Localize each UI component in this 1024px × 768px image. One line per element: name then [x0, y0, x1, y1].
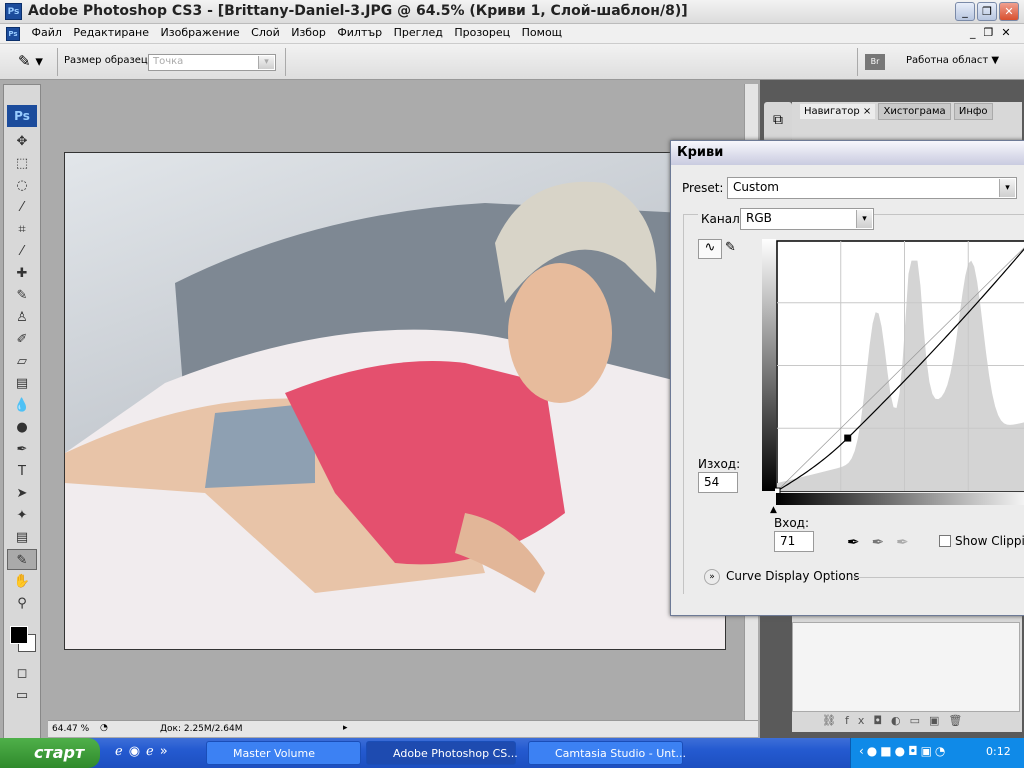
- history-icon[interactable]: ⧉: [764, 102, 792, 142]
- curves-dialog: Криви Preset: Custom ▾ Канал: RGB ▾ ∿ ✎ ▲ …: [670, 140, 1024, 616]
- sample-size-select[interactable]: Точка ▾: [148, 54, 276, 71]
- menu-edit[interactable]: Редактиране: [69, 24, 153, 41]
- tab-navigator[interactable]: Навигатор ×: [800, 104, 876, 119]
- eraser-icon[interactable]: ▱: [7, 351, 37, 372]
- status-arrow-icon[interactable]: ▸: [343, 723, 348, 733]
- output-field[interactable]: 54: [698, 472, 738, 493]
- doc-size: Док: 2.25M/2.64M: [160, 724, 243, 734]
- quick-launch[interactable]: ℯ◉ℯ»: [115, 744, 174, 759]
- brush-icon[interactable]: ✎: [7, 285, 37, 306]
- status-bar: 64.47 % ◔ Док: 2.25M/2.64M ▸: [48, 720, 758, 737]
- curve-point[interactable]: [844, 434, 852, 442]
- tray-icons[interactable]: ‹●■●◘▣◔: [859, 744, 948, 758]
- sample-size-label: Размер образец:: [64, 55, 152, 66]
- menu-bar: Ps Файл Редактиране Изображение Слой Изб…: [0, 24, 1024, 44]
- screen-mode-icon[interactable]: ▭: [7, 685, 37, 706]
- taskbar-camtasia[interactable]: Camtasia Studio - Unt...: [528, 741, 686, 765]
- marquee-icon[interactable]: ⬚: [7, 153, 37, 174]
- curve-point-tool-icon[interactable]: ∿: [698, 239, 722, 259]
- curve-graph[interactable]: [775, 239, 1024, 493]
- lasso-icon[interactable]: ◌: [7, 175, 37, 196]
- face: [508, 263, 612, 403]
- status-menu-icon[interactable]: ◔: [100, 723, 108, 733]
- clone-stamp-icon[interactable]: ♙: [7, 307, 37, 328]
- hand-icon[interactable]: ✋: [7, 571, 37, 592]
- white-eyedropper-icon[interactable]: ✒: [896, 533, 921, 551]
- title-bar: Ps Adobe Photoshop CS3 - [Brittany-Danie…: [0, 0, 1024, 24]
- menu-select[interactable]: Избор: [287, 24, 330, 41]
- document-canvas[interactable]: [64, 152, 726, 650]
- notes-icon[interactable]: ▤: [7, 527, 37, 548]
- pen-icon[interactable]: ✒: [7, 439, 37, 460]
- eyedropper-icon[interactable]: ✎: [7, 549, 37, 570]
- pencil-tool-icon[interactable]: ✎: [725, 240, 736, 255]
- menu-layer[interactable]: Слой: [247, 24, 284, 41]
- input-label: Вход:: [774, 516, 810, 530]
- taskbar-master-volume[interactable]: Master Volume: [206, 741, 361, 765]
- doc-window-controls[interactable]: _❐✕: [970, 26, 1019, 39]
- expand-options-icon[interactable]: »: [704, 569, 720, 585]
- photo: [65, 181, 725, 649]
- zoom-level[interactable]: 64.47 %: [52, 724, 89, 734]
- channel-select[interactable]: RGB ▾: [740, 208, 874, 230]
- blur-icon[interactable]: 💧: [7, 395, 37, 416]
- app-icon: Ps: [5, 3, 22, 20]
- gradient-icon[interactable]: ▤: [7, 373, 37, 394]
- curve-display-options[interactable]: Curve Display Options: [726, 569, 860, 583]
- black-point-slider[interactable]: ▲: [770, 505, 777, 515]
- output-gradient: [762, 239, 776, 491]
- crop-icon[interactable]: ⌗: [7, 219, 37, 240]
- history-brush-icon[interactable]: ✐: [7, 329, 37, 350]
- window-title: Adobe Photoshop CS3 - [Brittany-Daniel-3…: [28, 3, 688, 19]
- menu-image[interactable]: Изображение: [157, 24, 244, 41]
- start-button[interactable]: старт: [0, 738, 100, 768]
- magic-wand-icon[interactable]: ⁄: [7, 197, 37, 218]
- tab-histogram[interactable]: Хистограма: [878, 103, 951, 120]
- doc-icon[interactable]: Ps: [0, 24, 24, 43]
- preset-label: Preset:: [682, 181, 724, 195]
- toolbox: Ps ✥ ⬚ ◌ ⁄ ⌗ ⁄ ✚ ✎ ♙ ✐ ▱ ▤ 💧 ● ✒ T ➤ ✦ ▤ ✎ ✋ ⚲ ◻ ▭: [3, 84, 41, 740]
- taskbar: старт ℯ◉ℯ» Master Volume Adobe Photoshop…: [0, 738, 1024, 768]
- type-icon[interactable]: T: [7, 461, 37, 482]
- zoom-icon[interactable]: ⚲: [7, 593, 37, 614]
- healing-brush-icon[interactable]: ✚: [7, 263, 37, 284]
- path-select-icon[interactable]: ➤: [7, 483, 37, 504]
- workspace-menu[interactable]: Работна област ▼: [906, 55, 999, 66]
- show-clipping-label: Show Clipping: [955, 534, 1024, 548]
- black-eyedropper-icon[interactable]: ✒: [847, 533, 872, 551]
- show-clipping-checkbox[interactable]: [939, 535, 951, 547]
- ps-logo: Ps: [7, 105, 37, 127]
- preset-select[interactable]: Custom ▾: [727, 177, 1017, 199]
- input-field[interactable]: 71: [774, 531, 814, 552]
- close-button[interactable]: ✕: [999, 2, 1019, 21]
- input-gradient: [776, 493, 1024, 505]
- foreground-color[interactable]: [10, 626, 28, 644]
- move-icon[interactable]: ✥: [7, 131, 37, 152]
- clock: 0:12: [986, 745, 1011, 758]
- eyedropper-preset-icon[interactable]: ✎ ▾: [18, 52, 43, 70]
- minimize-button[interactable]: _: [955, 2, 975, 21]
- options-bar: ✎ ▾ Размер образец: Точка ▾ Br Работна об…: [0, 44, 1024, 80]
- color-swatches[interactable]: [4, 622, 40, 662]
- layer-actions[interactable]: ⛓fx◘◐▭▣🗑: [822, 714, 971, 727]
- bridge-icon[interactable]: Br: [865, 54, 885, 70]
- menu-window[interactable]: Прозорец: [450, 24, 514, 41]
- menu-view[interactable]: Преглед: [390, 24, 447, 41]
- shape-icon[interactable]: ✦: [7, 505, 37, 526]
- gray-eyedropper-icon[interactable]: ✒: [872, 533, 897, 551]
- slice-icon[interactable]: ⁄: [7, 241, 37, 262]
- menu-help[interactable]: Помощ: [518, 24, 566, 41]
- quick-mask-icon[interactable]: ◻: [7, 663, 37, 684]
- output-label: Изход:: [698, 457, 741, 471]
- menu-file[interactable]: Файл: [28, 24, 66, 41]
- system-tray: ‹●■●◘▣◔ 0:12: [850, 738, 1024, 768]
- restore-button[interactable]: ❐: [977, 2, 997, 21]
- dialog-title[interactable]: Криви: [671, 141, 1024, 165]
- tab-info[interactable]: Инфо: [953, 103, 993, 120]
- dodge-icon[interactable]: ●: [7, 417, 37, 438]
- taskbar-photoshop[interactable]: Adobe Photoshop CS...: [366, 741, 518, 765]
- menu-filter[interactable]: Филтър: [333, 24, 386, 41]
